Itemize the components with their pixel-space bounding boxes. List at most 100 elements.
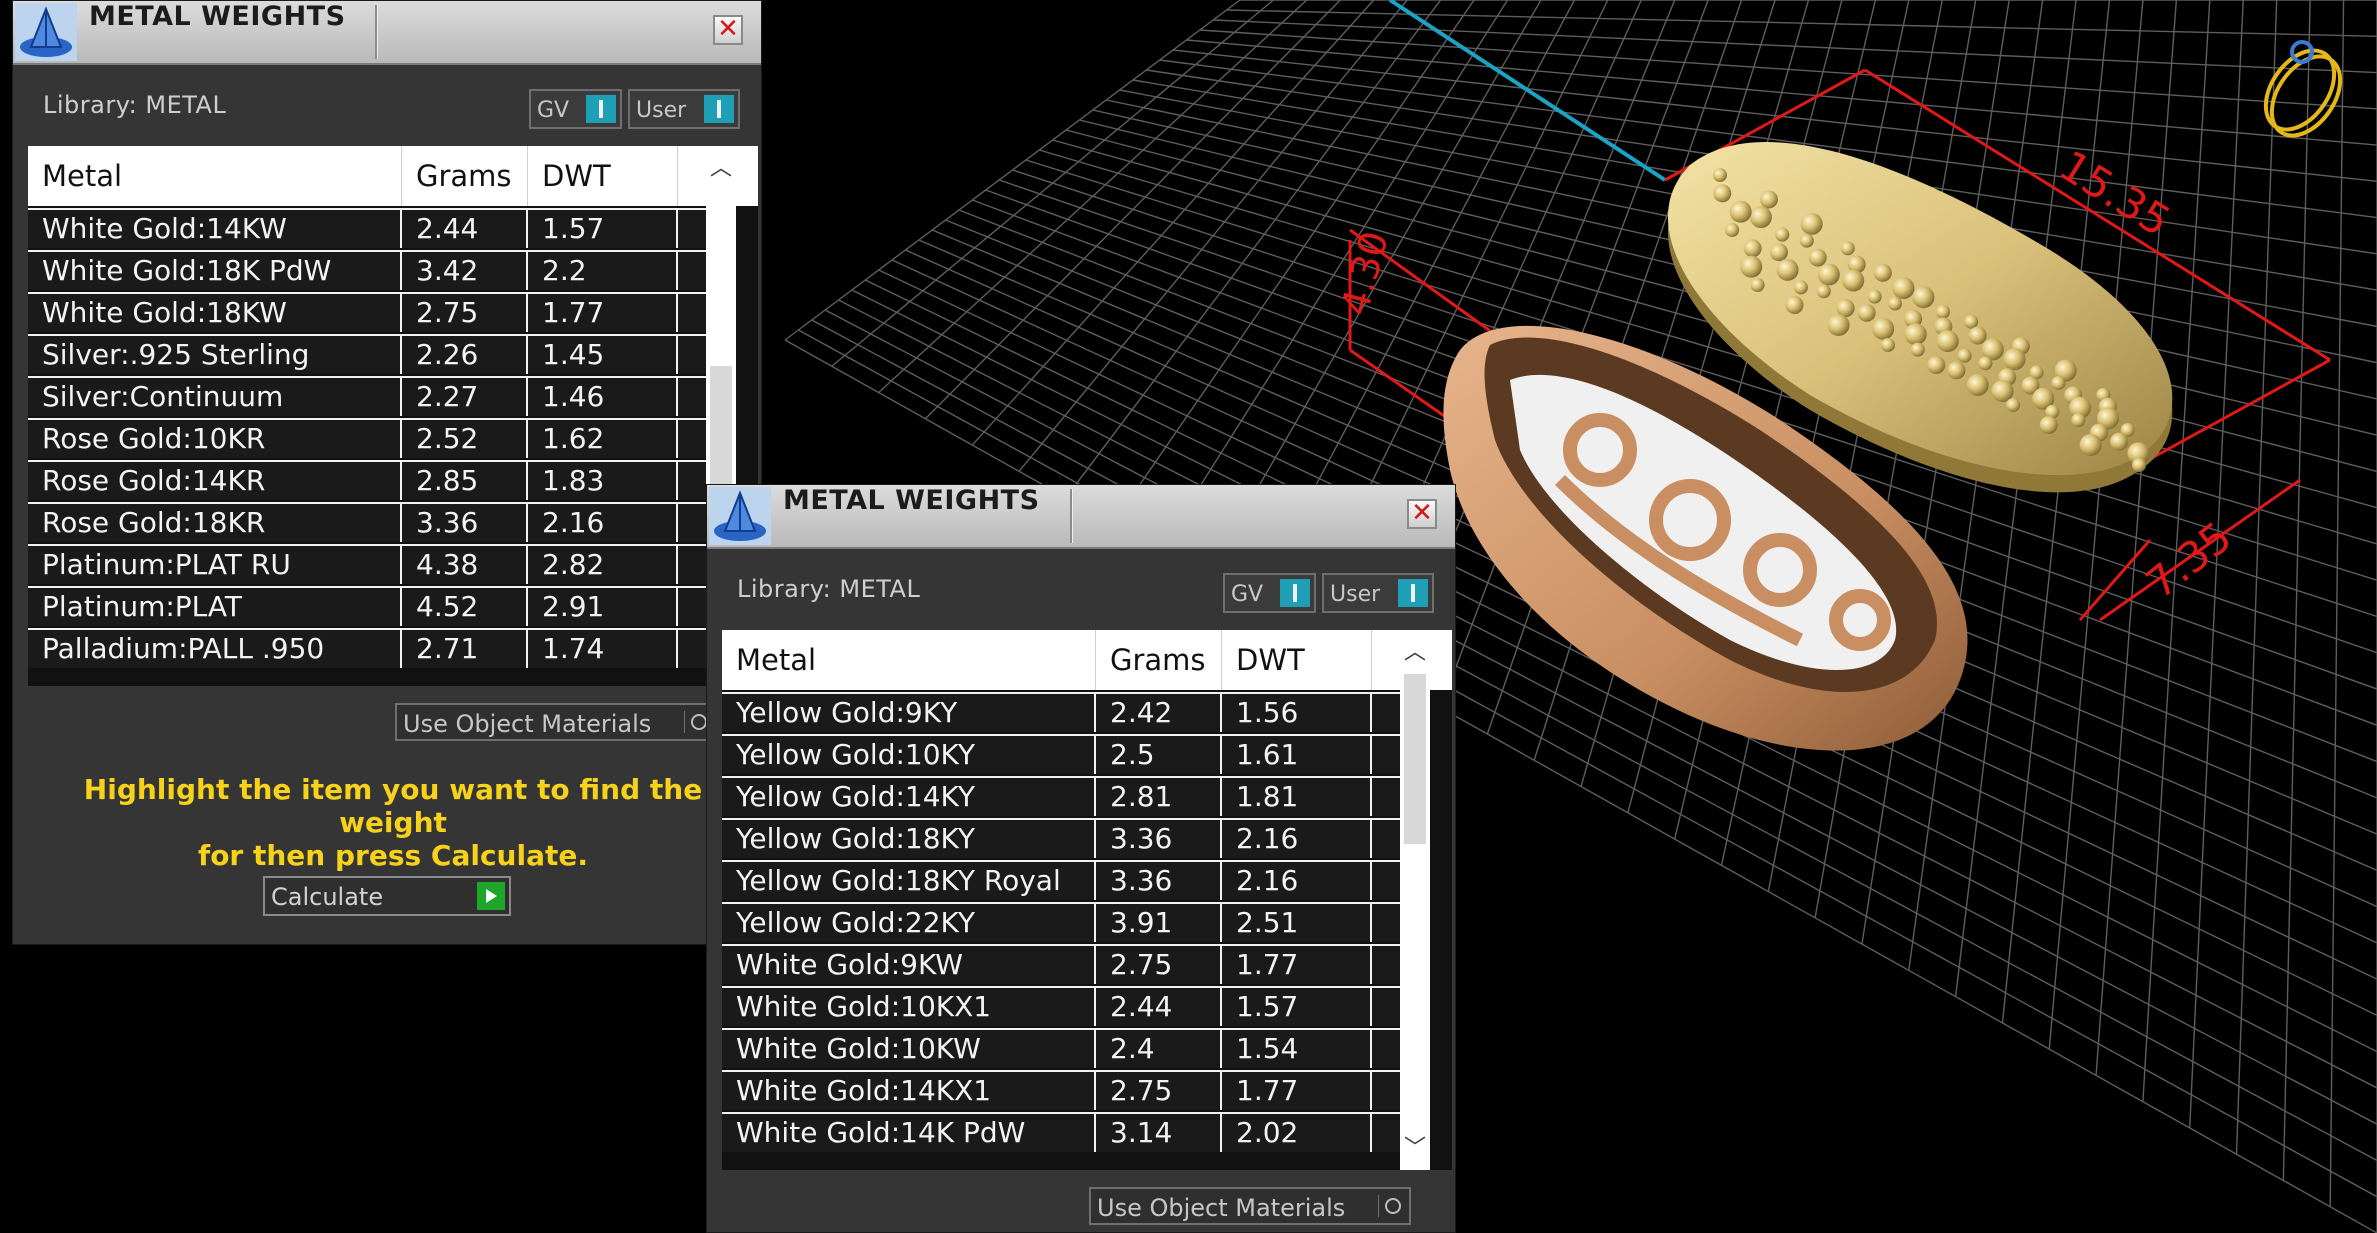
column-header-metal[interactable]: Metal (28, 146, 402, 206)
cell-metal: White Gold:14KW (28, 210, 402, 248)
column-header-dwt[interactable]: DWT (528, 146, 678, 206)
table-row[interactable]: Yellow Gold:14KY 2.81 1.81 (722, 776, 1400, 816)
table-row[interactable]: White Gold:9KW 2.75 1.77 (722, 944, 1400, 984)
user-toggle-label: User (636, 98, 687, 123)
table-row[interactable]: White Gold:18K PdW 3.42 2.2 (28, 250, 706, 290)
cell-grams: 2.75 (1096, 946, 1222, 984)
toggle-knob-icon (1280, 579, 1310, 607)
cell-dwt: 2.16 (1222, 820, 1372, 858)
column-header-grams[interactable]: Grams (1096, 630, 1222, 690)
metal-table[interactable]: Metal Grams DWT Yellow Gold:9KY 2.42 1.56 Y… (722, 630, 1452, 1170)
cell-metal: Yellow Gold:9KY (722, 694, 1096, 732)
cell-dwt: 1.62 (528, 420, 678, 458)
window-title: METAL WEIGHTS (783, 485, 1040, 516)
gv-toggle[interactable]: GV (529, 89, 622, 129)
close-button[interactable]: ✕ (1407, 499, 1437, 529)
title-bar[interactable]: METAL WEIGHTS ✕ (13, 1, 761, 65)
toggle-knob-icon (586, 95, 616, 123)
axis-line (1388, 0, 1667, 182)
table-row[interactable]: Platinum:PLAT RU 4.38 2.82 (28, 544, 706, 584)
cell-dwt: 1.56 (1222, 694, 1372, 732)
title-bar[interactable]: METAL WEIGHTS ✕ (707, 485, 1455, 549)
cell-grams: 2.42 (1096, 694, 1222, 732)
cell-metal: White Gold:14K PdW (722, 1114, 1096, 1152)
calculate-button[interactable]: Calculate (263, 876, 511, 916)
table-row[interactable]: White Gold:10KX1 2.44 1.57 (722, 986, 1400, 1026)
table-row[interactable]: Rose Gold:10KR 2.52 1.62 (28, 418, 706, 458)
gv-toggle[interactable]: GV (1223, 573, 1316, 613)
app-logo-icon (709, 487, 771, 545)
cell-dwt: 1.46 (528, 378, 678, 416)
cell-grams: 2.5 (1096, 736, 1222, 774)
cell-dwt: 1.57 (1222, 988, 1372, 1026)
cell-grams: 2.75 (402, 294, 528, 332)
cell-grams: 2.52 (402, 420, 528, 458)
cell-metal: White Gold:10KW (722, 1030, 1096, 1068)
cell-metal: Yellow Gold:18KY (722, 820, 1096, 858)
cell-grams: 3.42 (402, 252, 528, 290)
table-row[interactable]: Rose Gold:18KR 3.36 2.16 (28, 502, 706, 542)
scroll-up-icon[interactable]: ︿ (1400, 634, 1430, 668)
cell-metal: White Gold:18K PdW (28, 252, 402, 290)
user-toggle[interactable]: User (1322, 573, 1434, 613)
column-header-dwt[interactable]: DWT (1222, 630, 1372, 690)
table-row[interactable]: Rose Gold:14KR 2.85 1.83 (28, 460, 706, 500)
scroll-up-icon[interactable]: ︿ (706, 150, 736, 184)
title-separator (1070, 489, 1073, 543)
table-row[interactable]: Yellow Gold:10KY 2.5 1.61 (722, 734, 1400, 774)
radio-icon[interactable] (1378, 1195, 1405, 1217)
scroll-thumb[interactable] (710, 366, 732, 486)
cell-grams: 4.52 (402, 588, 528, 626)
cell-grams: 2.26 (402, 336, 528, 374)
table-row[interactable]: White Gold:14K PdW 3.14 2.02 (722, 1112, 1400, 1152)
cell-grams: 3.14 (1096, 1114, 1222, 1152)
table-row[interactable]: Palladium:PALL .950 2.71 1.74 (28, 628, 706, 668)
cell-metal: White Gold:18KW (28, 294, 402, 332)
table-row[interactable]: Platinum:PLAT 4.52 2.91 (28, 586, 706, 626)
table-row[interactable]: Yellow Gold:22KY 3.91 2.51 (722, 902, 1400, 942)
table-row[interactable]: White Gold:18KW 2.75 1.77 (28, 292, 706, 332)
metal-weights-window-1[interactable]: METAL WEIGHTS ✕ Library: METAL GV User M… (12, 0, 762, 945)
table-row[interactable]: Yellow Gold:18KY Royal 3.36 2.16 (722, 860, 1400, 900)
table-row[interactable]: White Gold:14KX1 2.75 1.77 (722, 1070, 1400, 1110)
cell-metal: Yellow Gold:18KY Royal (722, 862, 1096, 900)
scroll-thumb[interactable] (1404, 674, 1426, 844)
cell-dwt: 1.83 (528, 462, 678, 500)
cell-grams: 2.85 (402, 462, 528, 500)
toggle-knob-icon (1398, 579, 1428, 607)
table-row[interactable]: White Gold:14KW 2.44 1.57 (28, 208, 706, 248)
cell-dwt: 2.16 (1222, 862, 1372, 900)
table-row[interactable]: Yellow Gold:9KY 2.42 1.56 (722, 692, 1400, 732)
metal-table[interactable]: Metal Grams DWT White Gold:14KW 2.44 1.57 W… (28, 146, 758, 686)
cell-metal: Palladium:PALL .950 (28, 630, 402, 668)
metal-weights-window-2[interactable]: METAL WEIGHTS ✕ Library: METAL GV User M… (706, 484, 1456, 1233)
close-button[interactable]: ✕ (713, 15, 743, 45)
cell-dwt: 2.2 (528, 252, 678, 290)
user-toggle[interactable]: User (628, 89, 740, 129)
cell-grams: 2.44 (1096, 988, 1222, 1026)
table-scrollbar[interactable]: ︿ ﹀ (1400, 630, 1430, 1170)
gv-toggle-label: GV (1231, 582, 1264, 607)
cell-grams: 3.36 (1096, 862, 1222, 900)
window-title: METAL WEIGHTS (89, 1, 346, 32)
cell-dwt: 2.51 (1222, 904, 1372, 942)
column-header-grams[interactable]: Grams (402, 146, 528, 206)
dimension-long: 15.35 (2051, 141, 2179, 246)
library-label: Library: METAL (737, 575, 921, 603)
table-row[interactable]: Yellow Gold:18KY 3.36 2.16 (722, 818, 1400, 858)
cell-metal: White Gold:9KW (722, 946, 1096, 984)
use-object-materials-option[interactable]: Use Object Materials (1089, 1187, 1411, 1225)
table-row[interactable]: White Gold:10KW 2.4 1.54 (722, 1028, 1400, 1068)
cell-metal: Silver:Continuum (28, 378, 402, 416)
column-header-metal[interactable]: Metal (722, 630, 1096, 690)
cell-dwt: 2.91 (528, 588, 678, 626)
use-object-materials-option[interactable]: Use Object Materials (395, 703, 717, 741)
cell-metal: Platinum:PLAT (28, 588, 402, 626)
cell-grams: 2.71 (402, 630, 528, 668)
cell-metal: Yellow Gold:14KY (722, 778, 1096, 816)
scroll-down-icon[interactable]: ﹀ (1400, 1130, 1430, 1164)
table-row[interactable]: Silver:Continuum 2.27 1.46 (28, 376, 706, 416)
table-row[interactable]: Silver:.925 Sterling 2.26 1.45 (28, 334, 706, 374)
dimension-height: 4.30 (1333, 227, 1397, 320)
cell-dwt: 2.16 (528, 504, 678, 542)
